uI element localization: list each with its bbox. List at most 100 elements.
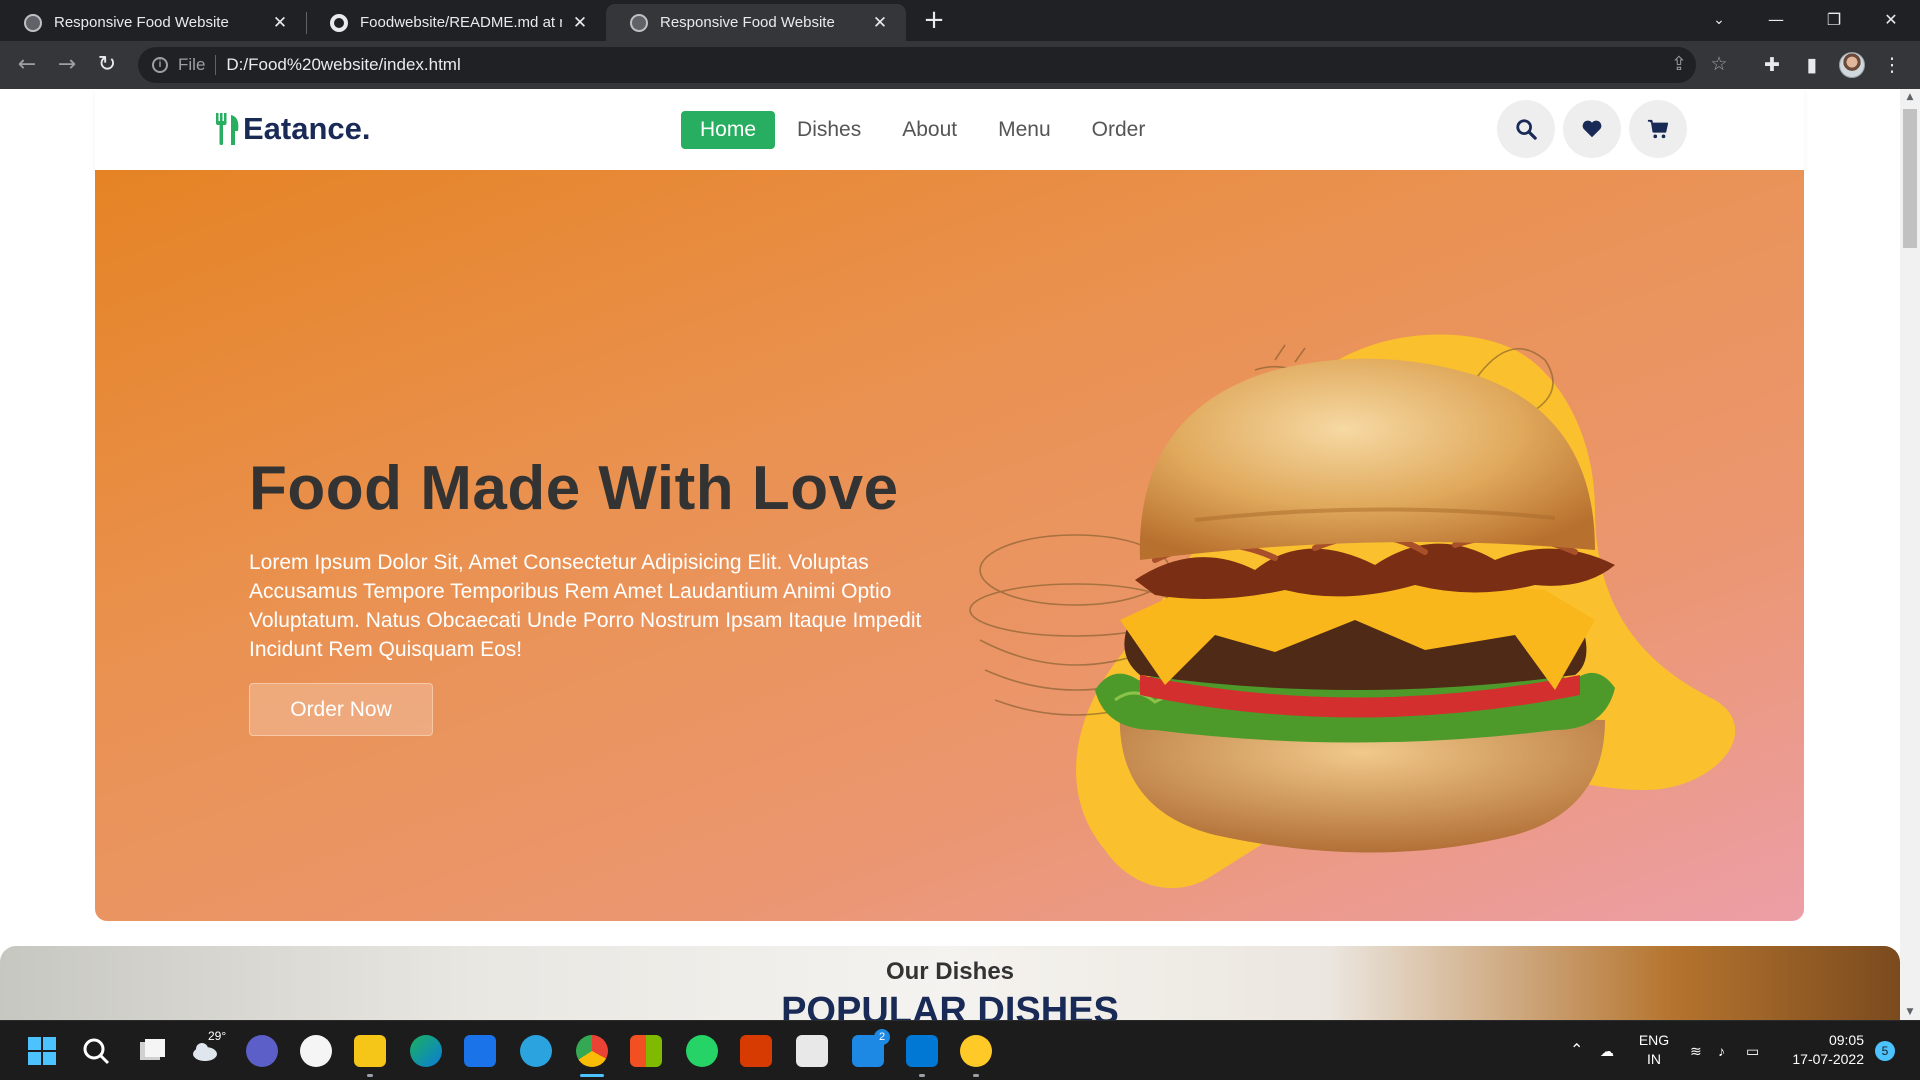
region-label: IN <box>1647 1051 1661 1067</box>
logo-text: Eatance. <box>243 111 371 146</box>
taskbar: 29° 2 ⌃ ☁ ENG IN ≋ ♪ ▭ 09:05 17-07-2022 … <box>0 1020 1920 1080</box>
weather-icon[interactable]: 29° <box>190 1029 226 1067</box>
language-label: ENG <box>1638 1032 1670 1048</box>
scrollbar-thumb[interactable] <box>1903 109 1917 248</box>
address-bar[interactable]: i File D:/Food%20website/index.html ⇪ ☆ <box>138 47 1728 83</box>
search-button[interactable] <box>1497 100 1555 158</box>
restore-icon[interactable]: ❐ <box>1805 0 1863 41</box>
cart-icon <box>1647 119 1669 139</box>
reload-icon[interactable]: ↻ <box>90 48 124 82</box>
chrome-icon[interactable] <box>576 1035 608 1067</box>
notification-badge: 2 <box>874 1029 890 1045</box>
dishes-heading: POPULAR DISHES <box>781 990 1119 1020</box>
tab-title: Foodwebsite/README.md at mai <box>360 14 562 31</box>
windows-start-icon[interactable] <box>26 1035 58 1067</box>
hero-description: Lorem Ipsum Dolor Sit, Amet Consectetur … <box>249 551 922 661</box>
nav-about[interactable]: About <box>883 111 976 149</box>
info-icon[interactable]: i <box>152 57 168 73</box>
github-icon <box>330 13 348 32</box>
volume-icon[interactable]: ♪ <box>1718 1021 1725 1081</box>
clock-time: 09:05 <box>1828 1032 1864 1048</box>
search-icon[interactable] <box>80 1035 112 1067</box>
minimize-icon[interactable]: — <box>1747 0 1805 41</box>
edge-icon[interactable] <box>410 1035 442 1067</box>
forward-icon[interactable]: → <box>50 48 84 82</box>
notepad-icon[interactable] <box>796 1035 828 1067</box>
store-icon[interactable] <box>630 1035 662 1067</box>
teams-chat-icon[interactable] <box>246 1035 278 1067</box>
search-icon <box>1516 119 1537 140</box>
heart-icon <box>1582 120 1602 138</box>
header-icons <box>1497 100 1695 158</box>
omnibox-divider <box>215 55 217 75</box>
scroll-down-arrow-icon[interactable]: ▼ <box>1900 1004 1920 1020</box>
nav-home[interactable]: Home <box>681 111 776 149</box>
bookmark-star-icon[interactable]: ☆ <box>1708 54 1730 76</box>
hero-title: Food Made With Love <box>249 454 899 523</box>
globe-icon <box>24 13 42 32</box>
task-view-icon[interactable] <box>136 1035 168 1067</box>
tips-icon[interactable] <box>960 1035 992 1067</box>
tab-strip: Responsive Food Website ✕ Foodwebsite/RE… <box>0 0 1920 41</box>
onedrive-icon[interactable]: ☁ <box>1600 1021 1614 1081</box>
profile-avatar[interactable] <box>1839 52 1865 78</box>
file-explorer-icon[interactable] <box>354 1035 386 1067</box>
nav-order[interactable]: Order <box>1073 111 1165 149</box>
wifi-icon[interactable]: ≋ <box>1690 1021 1702 1081</box>
word-icon[interactable] <box>300 1035 332 1067</box>
tab-search-chevron-icon[interactable]: ⌄ <box>1690 0 1748 41</box>
notification-count[interactable]: 5 <box>1875 1041 1895 1061</box>
scroll-up-arrow-icon[interactable]: ▲ <box>1900 89 1920 105</box>
favorites-button[interactable] <box>1563 100 1621 158</box>
share-icon[interactable]: ⇪ <box>1668 54 1690 76</box>
telegram-icon[interactable] <box>520 1035 552 1067</box>
scheme-label: File <box>178 55 206 74</box>
active-indicator <box>580 1074 604 1077</box>
tab-responsive-food-1[interactable]: Responsive Food Website ✕ <box>0 4 306 41</box>
browser-toolbar: ← → ↻ i File D:/Food%20website/index.htm… <box>0 41 1920 89</box>
vertical-scrollbar[interactable]: ▲ ▼ <box>1900 89 1920 1020</box>
todo-icon[interactable]: 2 <box>852 1029 890 1067</box>
main-nav: Home Dishes About Menu Order <box>681 111 1167 149</box>
cart-button[interactable] <box>1629 100 1687 158</box>
side-panel-icon[interactable]: ▮ <box>1800 53 1824 77</box>
office-icon[interactable] <box>740 1035 772 1067</box>
tab-responsive-food-2[interactable]: Responsive Food Website ✕ <box>606 4 906 41</box>
weather-temp: 29° <box>208 1029 227 1043</box>
clock[interactable]: 09:05 17-07-2022 <box>1784 1031 1864 1071</box>
new-tab-button[interactable]: + <box>918 6 950 36</box>
url-text[interactable]: D:/Food%20website/index.html <box>226 55 460 75</box>
close-icon[interactable]: ✕ <box>570 13 590 33</box>
show-hidden-icons-icon[interactable]: ⌃ <box>1570 1021 1583 1081</box>
window-close-icon[interactable]: ✕ <box>1862 0 1920 41</box>
nav-dishes[interactable]: Dishes <box>778 111 880 149</box>
close-icon[interactable]: ✕ <box>270 13 290 33</box>
nav-menu[interactable]: Menu <box>979 111 1070 149</box>
dishes-section: Our Dishes POPULAR DISHES <box>0 946 1900 1020</box>
running-indicator <box>367 1074 373 1077</box>
logo[interactable]: Eatance. <box>214 111 371 147</box>
vscode-icon[interactable] <box>906 1035 938 1067</box>
running-indicator <box>973 1074 979 1077</box>
clock-date: 17-07-2022 <box>1792 1051 1864 1067</box>
order-now-button[interactable]: Order Now <box>249 683 433 736</box>
back-icon[interactable]: ← <box>10 48 44 82</box>
mail-icon[interactable] <box>464 1035 496 1067</box>
battery-icon[interactable]: ▭ <box>1746 1021 1759 1081</box>
language-indicator[interactable]: ENG IN <box>1636 1031 1672 1071</box>
extensions-icon[interactable]: ✚ <box>1760 53 1784 77</box>
site-header: Eatance. Home Dishes About Menu Order <box>95 89 1804 170</box>
tab-title: Responsive Food Website <box>54 14 229 31</box>
burger-image <box>969 334 1736 889</box>
dishes-subheading: Our Dishes <box>885 958 1015 985</box>
close-icon[interactable]: ✕ <box>870 13 890 33</box>
whatsapp-icon[interactable] <box>686 1035 718 1067</box>
globe-icon <box>630 13 648 32</box>
page-viewport: Eatance. Home Dishes About Menu Order Fo… <box>0 89 1920 1020</box>
running-indicator <box>919 1074 925 1077</box>
tab-github-readme[interactable]: Foodwebsite/README.md at mai ✕ <box>306 4 606 41</box>
hero-section: Food Made With Love Lorem Ipsum Dolor Si… <box>95 170 1804 921</box>
utensils-icon <box>216 113 239 145</box>
menu-kebab-icon[interactable]: ⋮ <box>1880 53 1904 77</box>
tab-title: Responsive Food Website <box>660 14 835 31</box>
